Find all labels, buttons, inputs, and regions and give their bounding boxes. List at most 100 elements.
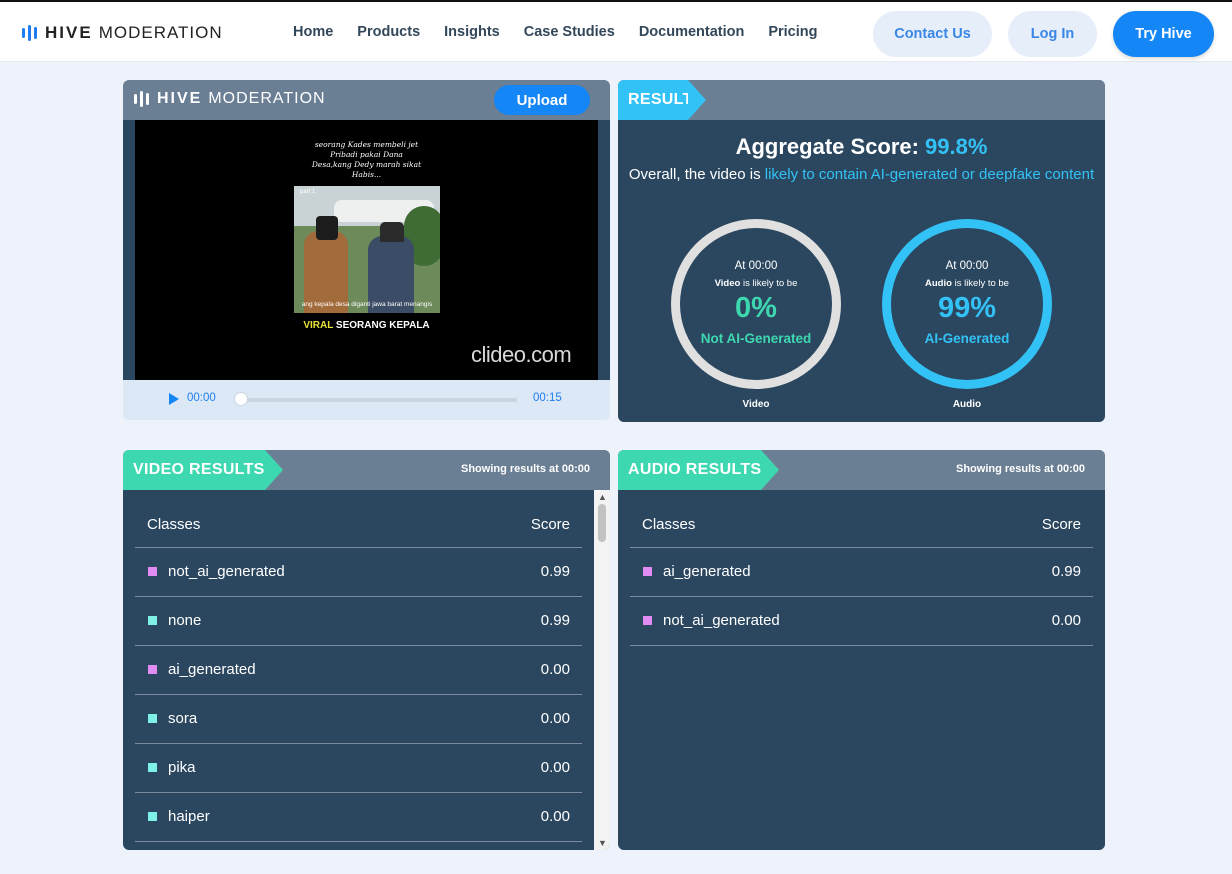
video-results-header: VIDEO RESULTS Showing results at 00:00 — [123, 450, 610, 490]
class-color-swatch — [148, 616, 157, 625]
seek-bar[interactable] — [241, 398, 517, 402]
class-name: ai_generated — [663, 563, 751, 580]
result-tag: RESULT — [618, 80, 706, 120]
result-panel: RESULT Aggregate Score: 99.8% Overall, th… — [618, 80, 1105, 422]
media-panel: HIVE MODERATION Upload seorang Kades mem… — [123, 80, 610, 420]
nav-link-pricing[interactable]: Pricing — [768, 24, 817, 40]
scroll-down-icon[interactable]: ▼ — [598, 838, 607, 848]
results-scrollbar[interactable]: ▲ ▼ — [594, 490, 610, 850]
table-row: not_ai_generated 0.99 — [135, 548, 582, 597]
nav-link-products[interactable]: Products — [357, 24, 420, 40]
result-panel-header: RESULT — [618, 80, 1105, 120]
table-header: Classes Score — [630, 490, 1093, 548]
class-name: pika — [168, 759, 196, 776]
overall-highlight: likely to contain AI-generated or deepfa… — [764, 166, 1095, 183]
watermark-text: clideo.com — [471, 342, 572, 367]
class-score: 0.99 — [1051, 563, 1081, 580]
table-row: pika 0.00 — [135, 744, 582, 793]
class-color-swatch — [148, 763, 157, 772]
main-nav: Home Products Insights Case Studies Docu… — [293, 24, 818, 40]
col-classes: Classes — [642, 516, 696, 533]
class-score: 0.00 — [540, 661, 570, 678]
audio-results-header: AUDIO RESULTS Showing results at 00:00 — [618, 450, 1105, 490]
table-header: Classes Score — [135, 490, 582, 548]
audio-ring-likely: Audio is likely to be — [925, 278, 1009, 289]
col-score: Score — [1041, 516, 1081, 533]
seek-handle[interactable] — [234, 392, 248, 406]
audio-results-panel: AUDIO RESULTS Showing results at 00:00 C… — [618, 450, 1105, 850]
class-score: 0.00 — [540, 710, 570, 727]
audio-results-table: Classes Score ai_generated 0.99 not_ai_ge… — [630, 490, 1093, 646]
upload-button[interactable]: Upload — [494, 85, 590, 115]
audio-ring-percent: 99% — [937, 292, 997, 324]
video-ring-likely: Video is likely to be — [714, 278, 798, 289]
class-color-swatch — [643, 567, 652, 576]
contact-us-button[interactable]: Contact Us — [873, 11, 992, 57]
media-logo: HIVE MODERATION — [134, 90, 326, 108]
log-in-button[interactable]: Log In — [1008, 11, 1097, 57]
class-color-swatch — [148, 567, 157, 576]
video-caption-1: seorang Kades membeli jet — [314, 140, 419, 149]
class-name: none — [168, 612, 202, 629]
aggregate-label: Aggregate Score: — [735, 134, 919, 159]
aggregate-score: Aggregate Score: 99.8% — [618, 134, 1105, 160]
scroll-up-icon[interactable]: ▲ — [598, 492, 607, 502]
scrollbar-thumb[interactable] — [598, 504, 606, 542]
viral-word: VIRAL — [303, 320, 334, 331]
thumb-label: part 1 — [300, 189, 316, 195]
media-logo-primary: HIVE — [157, 90, 203, 107]
nav-link-insights[interactable]: Insights — [444, 24, 500, 40]
video-frame: seorang Kades membeli jet Pribadi pakai … — [135, 120, 598, 380]
class-score: 0.00 — [540, 759, 570, 776]
overall-prefix: Overall, the video is — [628, 166, 765, 183]
media-panel-header: HIVE MODERATION Upload — [123, 80, 610, 120]
class-name: sora — [168, 710, 198, 727]
class-score: 0.99 — [540, 612, 570, 629]
table-row: ai_generated 0.99 — [630, 548, 1093, 597]
video-player[interactable]: seorang Kades membeli jet Pribadi pakai … — [123, 120, 610, 380]
logo-secondary-text: MODERATION — [98, 23, 223, 42]
logo-primary-text: HIVE — [45, 23, 93, 42]
current-time: 00:00 — [187, 392, 216, 404]
video-ring-percent: 0% — [735, 292, 777, 324]
table-row: none 0.99 — [135, 597, 582, 646]
total-time: 00:15 — [533, 392, 562, 404]
class-color-swatch — [148, 812, 157, 821]
nav-link-case-studies[interactable]: Case Studies — [524, 24, 615, 40]
overall-statement: Overall, the video is likely to contain … — [628, 164, 1095, 186]
class-score: 0.00 — [540, 808, 570, 825]
hive-logo[interactable]: HIVE MODERATION — [22, 22, 223, 44]
hive-logo-icon — [134, 91, 149, 107]
thumb-subtitle: ang kepala desa diganti jawa barat menan… — [301, 301, 433, 308]
audio-score-ring: At 00:00 Audio is likely to be 99% AI-Ge… — [882, 219, 1052, 389]
play-icon[interactable] — [169, 393, 179, 405]
try-hive-button[interactable]: Try Hive — [1113, 11, 1214, 57]
video-score-ring: At 00:00 Video is likely to be 0% Not AI… — [671, 219, 841, 389]
video-thumbnail: part 1 ang kepala desa diganti jawa bara… — [294, 186, 440, 313]
nav-link-documentation[interactable]: Documentation — [639, 24, 745, 40]
col-classes: Classes — [147, 516, 201, 533]
video-results-showing: Showing results at 00:00 — [461, 463, 590, 475]
table-row: sora 0.00 — [135, 695, 582, 744]
class-name: not_ai_generated — [168, 563, 285, 580]
nav-link-home[interactable]: Home — [293, 24, 333, 40]
video-caption-3: Desa,kang Dedy marah sikat — [311, 160, 422, 169]
video-results-panel: VIDEO RESULTS Showing results at 00:00 C… — [123, 450, 610, 850]
video-results-tag: VIDEO RESULTS — [123, 450, 283, 490]
class-score: 0.99 — [540, 563, 570, 580]
class-name: ai_generated — [168, 661, 256, 678]
class-name: not_ai_generated — [663, 612, 780, 629]
viral-caption: VIRAL SEORANG KEPALA — [135, 320, 598, 331]
col-score: Score — [530, 516, 570, 533]
table-row: haiper 0.00 — [135, 793, 582, 842]
video-caption-2: Pribadi pakai Dana — [330, 150, 403, 159]
audio-results-showing: Showing results at 00:00 — [956, 463, 1085, 475]
top-navbar: HIVE MODERATION Home Products Insights C… — [0, 0, 1232, 62]
class-name: haiper — [168, 808, 210, 825]
video-ring-at: At 00:00 — [734, 260, 778, 272]
table-row: ai_generated 0.00 — [135, 646, 582, 695]
media-logo-secondary: MODERATION — [208, 90, 326, 107]
video-ring-verdict: Not AI-Generated — [700, 331, 812, 346]
viral-rest: SEORANG KEPALA — [333, 320, 430, 331]
audio-results-tag: AUDIO RESULTS — [618, 450, 780, 490]
